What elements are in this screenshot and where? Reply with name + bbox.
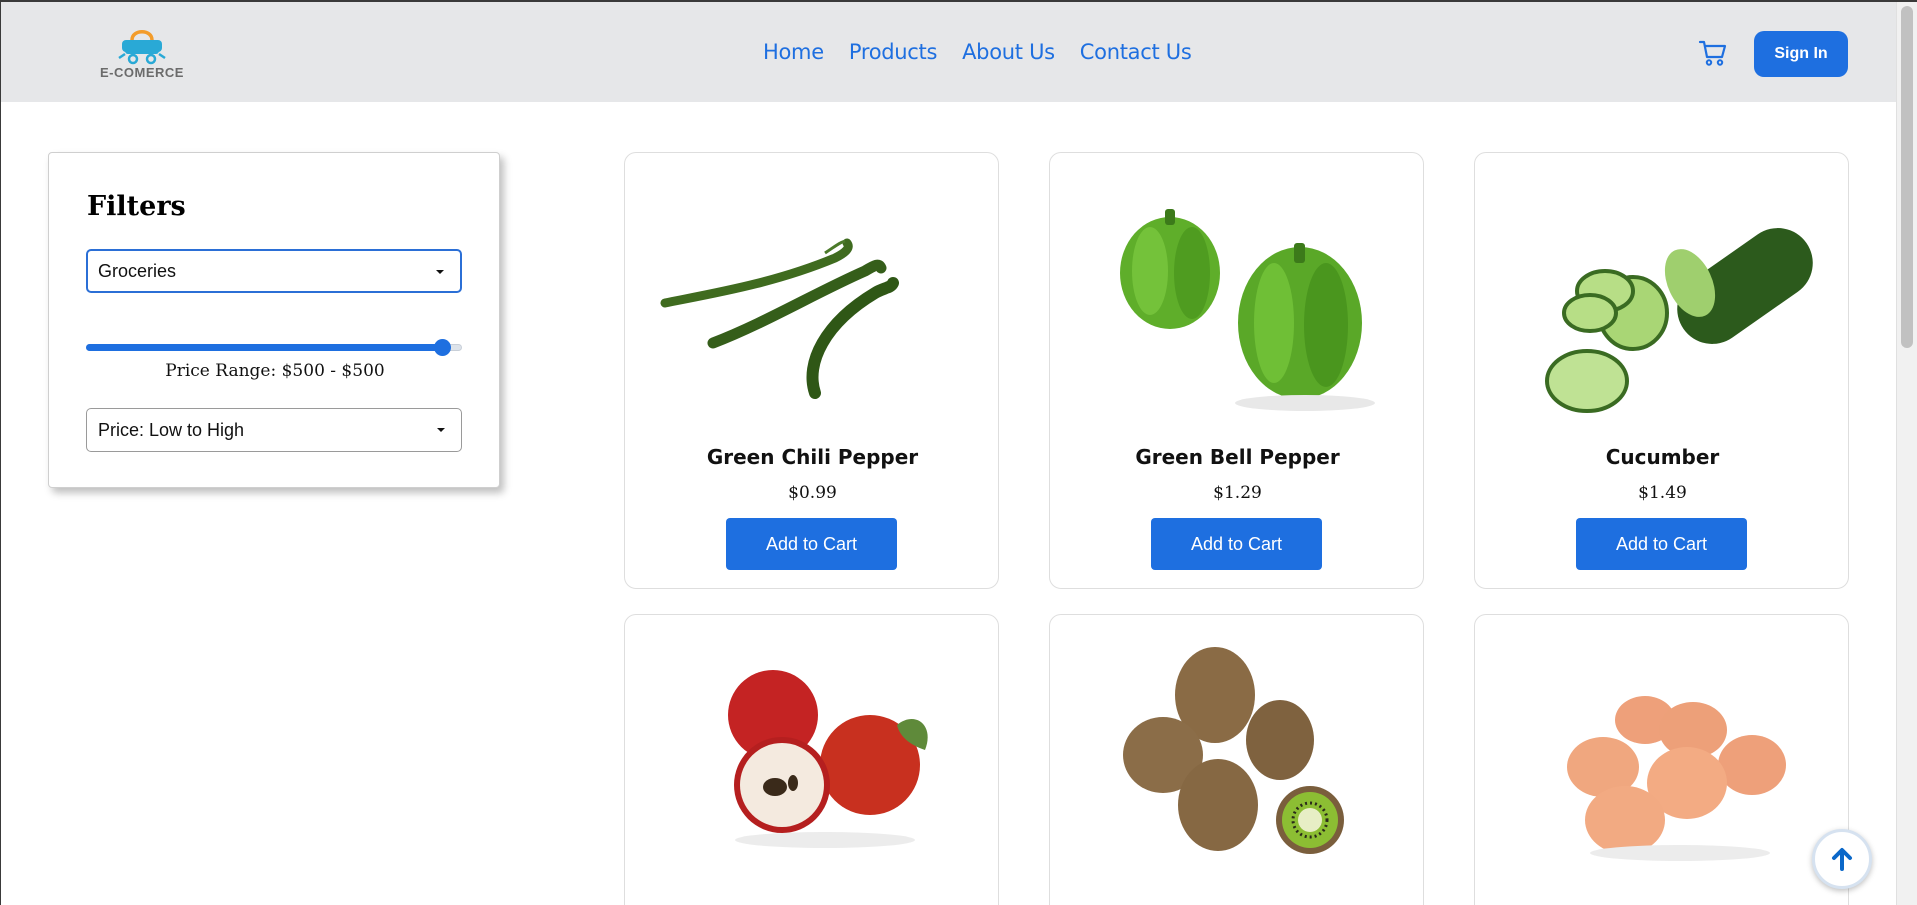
- category-select-value: Groceries: [98, 261, 177, 281]
- site-logo[interactable]: E-COMERCE: [87, 26, 197, 82]
- nav-home[interactable]: Home: [763, 40, 824, 64]
- chevron-down-icon: [437, 428, 445, 432]
- chevron-down-icon: [436, 270, 444, 274]
- product-price: $1.49: [1638, 483, 1687, 503]
- logo-text: E-COMERCE: [100, 65, 184, 80]
- filters-panel: Filters Groceries Price Range: $500 - $5…: [48, 152, 500, 488]
- add-to-cart-button[interactable]: Add to Cart: [1151, 518, 1322, 570]
- logo-cart-icon: [118, 30, 166, 65]
- add-to-cart-button[interactable]: Add to Cart: [726, 518, 897, 570]
- product-card[interactable]: Cucumber $1.49 Add to Cart: [1474, 152, 1849, 589]
- product-price: $0.99: [788, 483, 837, 503]
- sort-select[interactable]: Price: Low to High: [86, 408, 462, 452]
- product-card[interactable]: Green Bell Pepper $1.29 Add to Cart: [1049, 152, 1424, 589]
- product-name: Green Chili Pepper: [706, 445, 919, 469]
- nav-about-us[interactable]: About Us: [962, 40, 1055, 64]
- product-name: Green Bell Pepper: [1135, 445, 1340, 469]
- add-to-cart-button[interactable]: Add to Cart: [1576, 518, 1747, 570]
- cucumber-image: [1545, 228, 1813, 413]
- product-card[interactable]: Green Chili Pepper $0.99 Add to Cart: [624, 152, 999, 589]
- filters-title: Filters: [87, 191, 186, 222]
- product-card[interactable]: [624, 614, 999, 905]
- green-bell-pepper-image: [1120, 209, 1375, 411]
- product-card[interactable]: [1474, 614, 1849, 905]
- price-range-label: Price Range: $500 - $500: [165, 361, 385, 381]
- product-name: Cucumber: [1605, 445, 1720, 469]
- site-header: E-COMERCE Home Products About Us Contact…: [1, 2, 1896, 102]
- nav-contact-us[interactable]: Contact Us: [1080, 40, 1192, 64]
- cart-icon[interactable]: [1698, 39, 1728, 67]
- slider-fill: [86, 344, 443, 351]
- product-price: $1.29: [1213, 483, 1262, 503]
- scroll-to-top-button[interactable]: [1812, 829, 1872, 889]
- price-range-slider[interactable]: [86, 339, 462, 356]
- eggs-image: [1567, 696, 1786, 861]
- page-scrollbar[interactable]: [1896, 2, 1917, 905]
- green-chili-pepper-image: [660, 238, 899, 399]
- nav-products[interactable]: Products: [849, 40, 938, 64]
- scrollbar-thumb[interactable]: [1901, 6, 1913, 348]
- sign-in-button[interactable]: Sign In: [1754, 31, 1848, 77]
- kiwi-image: [1123, 647, 1344, 854]
- product-card[interactable]: [1049, 614, 1424, 905]
- main-nav: Home Products About Us Contact Us: [763, 40, 1192, 64]
- arrow-up-icon: [1832, 848, 1852, 871]
- slider-thumb[interactable]: [434, 339, 452, 356]
- category-select[interactable]: Groceries: [86, 249, 462, 293]
- apple-image: [728, 670, 928, 848]
- sort-select-value: Price: Low to High: [98, 420, 245, 440]
